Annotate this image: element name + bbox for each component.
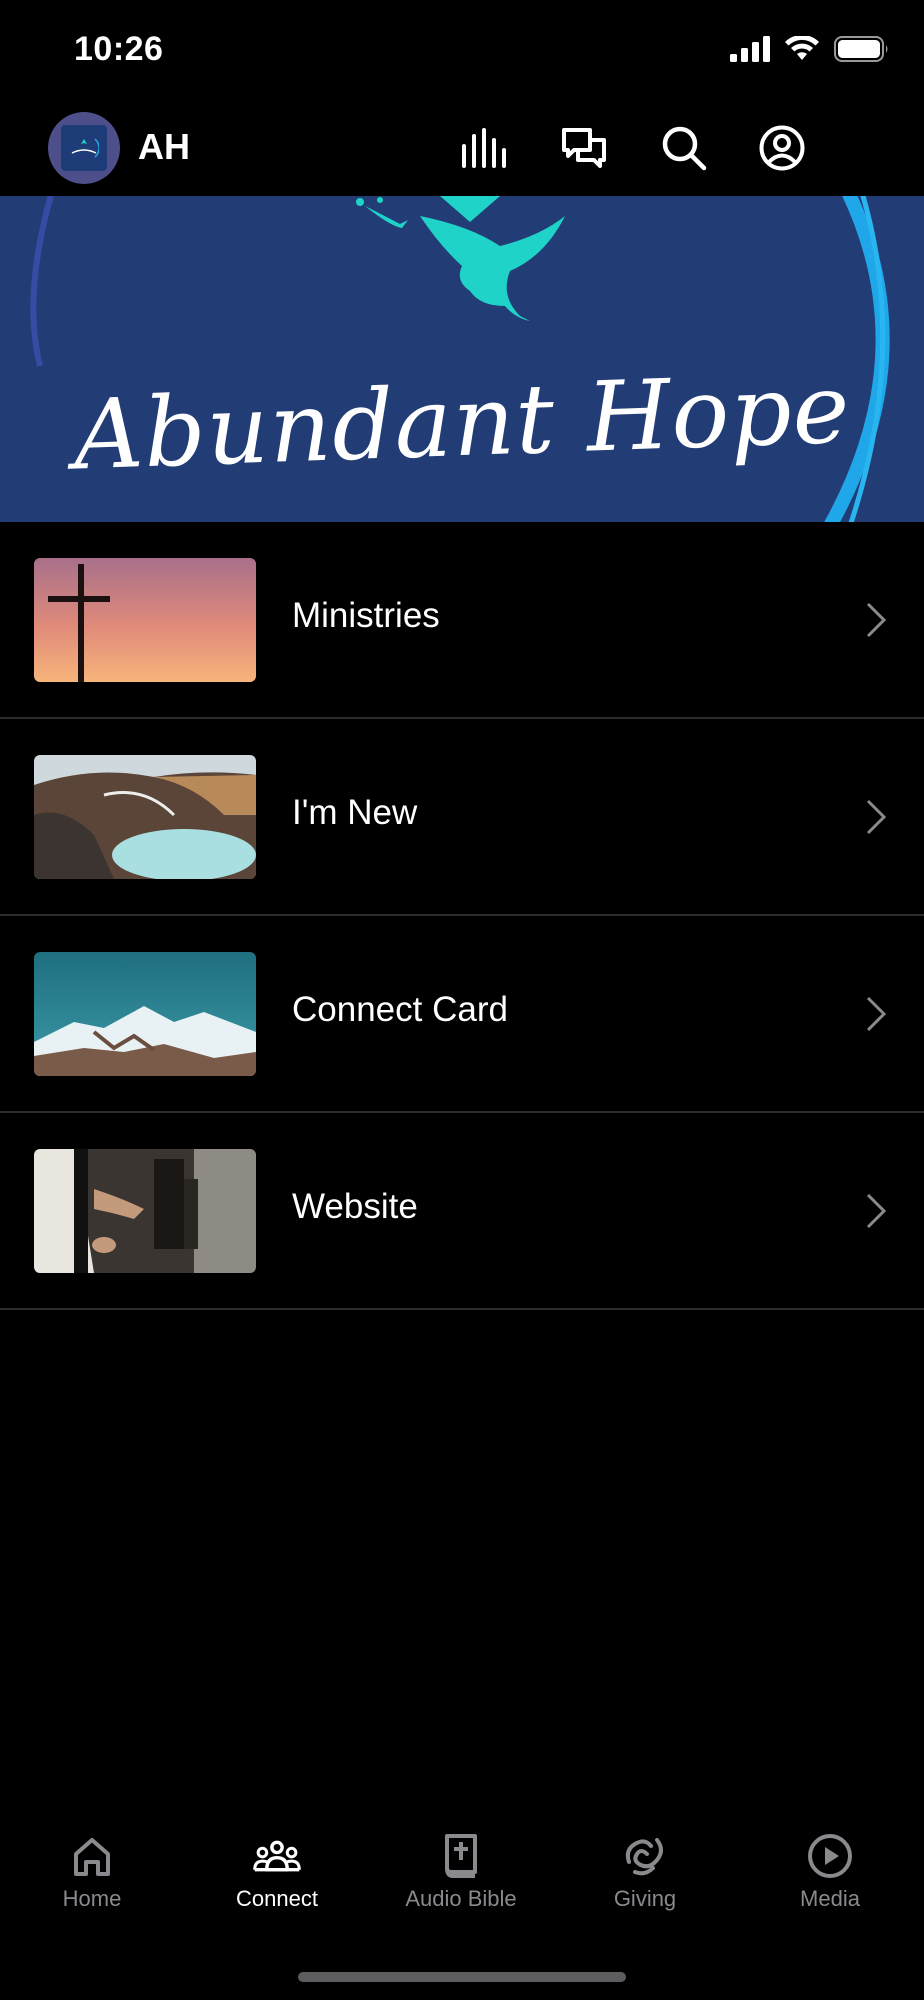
menu-item-connect-card[interactable]: Connect Card	[0, 916, 924, 1113]
status-icons	[730, 36, 890, 62]
menu-item-label: I'm New	[292, 793, 418, 832]
status-time: 10:26	[74, 30, 164, 68]
bottom-tab-bar: Home Connect Audio Bible Giving Media	[0, 1820, 924, 1940]
search-icon[interactable]	[658, 122, 710, 174]
church-banner: Abundant Hope	[0, 196, 924, 522]
chevron-right-icon	[866, 996, 887, 1032]
tab-label: Connect	[236, 1886, 318, 1911]
app-name: AH	[138, 126, 190, 167]
church-logo-avatar[interactable]	[48, 112, 120, 184]
battery-icon	[834, 36, 888, 62]
tab-label: Home	[62, 1886, 122, 1911]
menu-item-label: Ministries	[292, 596, 440, 635]
website-thumbnail	[34, 1149, 256, 1273]
menu-item-im-new[interactable]: I'm New	[0, 719, 924, 916]
menu-item-website[interactable]: Website	[0, 1113, 924, 1310]
home-icon	[74, 1838, 110, 1876]
tab-connect[interactable]: Connect	[192, 1820, 362, 1912]
tab-home[interactable]: Home	[7, 1820, 177, 1912]
chevron-right-icon	[866, 602, 887, 638]
app-header: AH	[0, 100, 924, 196]
status-bar: 10:26	[0, 0, 924, 100]
tab-audio-bible[interactable]: Audio Bible	[376, 1820, 546, 1912]
cellular-signal-icon	[730, 36, 770, 62]
chevron-right-icon	[866, 1193, 887, 1229]
connect-card-thumbnail	[34, 952, 256, 1076]
chevron-right-icon	[866, 799, 887, 835]
tab-label: Audio Bible	[405, 1886, 517, 1911]
menu-item-label: Website	[292, 1187, 418, 1226]
tab-giving[interactable]: Giving	[560, 1820, 730, 1912]
ministries-thumbnail	[34, 558, 256, 682]
menu-item-label: Connect Card	[292, 990, 508, 1029]
play-icon	[808, 1834, 852, 1878]
chat-icon[interactable]	[558, 122, 610, 174]
dove-icon	[356, 196, 565, 321]
bible-icon	[445, 1834, 477, 1878]
home-indicator[interactable]	[298, 1972, 626, 1982]
menu-item-ministries[interactable]: Ministries	[0, 522, 924, 719]
connect-menu-list: Ministries I'm New Connect Card Website	[0, 522, 924, 1310]
logo-icon	[61, 125, 107, 171]
wifi-icon	[785, 36, 819, 60]
tab-media[interactable]: Media	[745, 1820, 915, 1912]
people-icon	[253, 1840, 301, 1872]
stats-icon[interactable]	[460, 122, 512, 174]
tab-label: Giving	[613, 1886, 677, 1911]
profile-icon[interactable]	[756, 122, 808, 174]
giving-icon	[625, 1838, 663, 1876]
im-new-thumbnail	[34, 755, 256, 879]
tab-label: Media	[800, 1886, 860, 1911]
